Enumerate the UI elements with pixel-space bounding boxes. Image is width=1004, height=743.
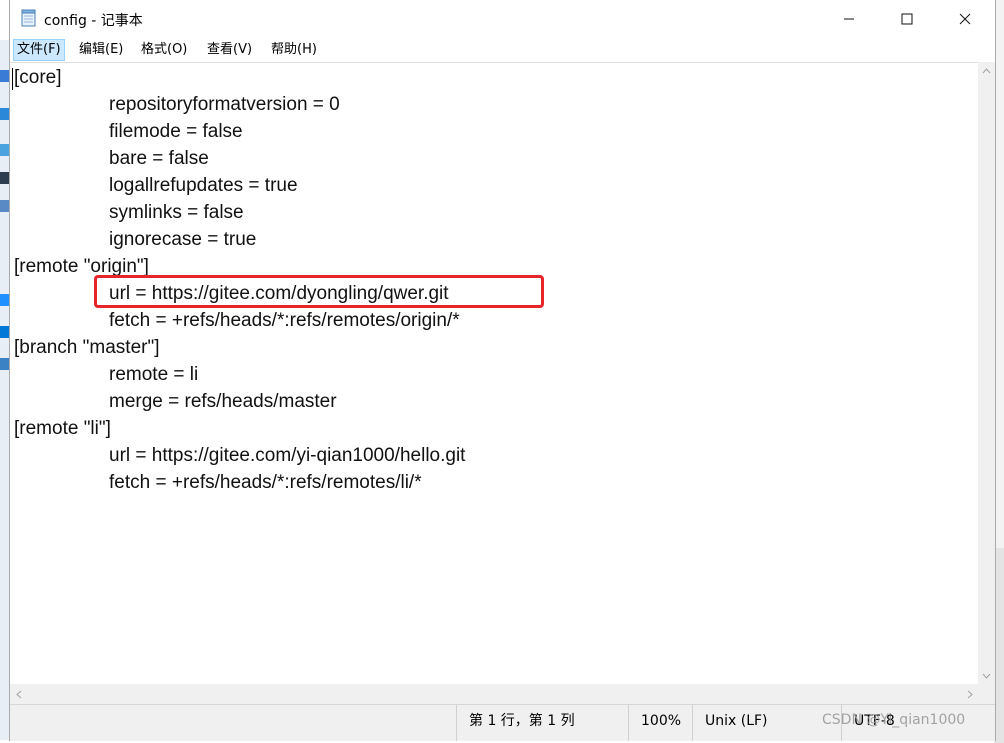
scroll-up-button[interactable] <box>978 62 995 79</box>
scroll-down-button[interactable] <box>978 667 995 684</box>
watermark: CSDN @Yi_qian1000 <box>822 712 966 728</box>
chevron-up-icon <box>982 67 991 73</box>
menu-file[interactable]: 文件(F) <box>13 39 65 61</box>
chevron-down-icon <box>982 673 991 679</box>
scrollbar-corner <box>978 684 995 704</box>
maximize-button[interactable] <box>878 0 936 38</box>
scroll-right-button[interactable] <box>961 684 978 704</box>
desktop-icon-fragment <box>0 326 9 338</box>
menu-bar: 文件(F) 编辑(E) 格式(O) 查看(V) 帮助(H) <box>10 38 995 62</box>
close-icon <box>959 13 971 25</box>
scroll-left-button[interactable] <box>10 684 27 704</box>
text-line: merge = refs/heads/master <box>109 391 337 412</box>
text-line: [remote "li"] <box>14 418 111 439</box>
notepad-window: config - 记事本 文件(F) 编辑(E) 格式(O) 查看(V) 帮助(… <box>9 0 996 741</box>
text-line: fetch = +refs/heads/*:refs/remotes/li/* <box>109 472 422 493</box>
maximize-icon <box>901 13 913 25</box>
title-bar[interactable]: config - 记事本 <box>10 0 995 38</box>
menu-view[interactable]: 查看(V) <box>204 40 255 60</box>
desktop-icon-fragment <box>0 200 9 212</box>
vertical-scrollbar[interactable] <box>978 62 995 684</box>
text-line: [branch "master"] <box>14 337 160 358</box>
highlight-box <box>94 275 544 308</box>
menu-edit[interactable]: 编辑(E) <box>76 40 126 60</box>
window-title: config - 记事本 <box>44 13 143 29</box>
status-cursor-position: 第 1 行，第 1 列 <box>456 705 634 741</box>
status-line-ending: Unix (LF) <box>692 705 825 741</box>
horizontal-scrollbar[interactable] <box>10 684 978 704</box>
desktop-icon-fragment <box>0 70 9 82</box>
text-line: remote = li <box>109 364 199 385</box>
desktop-icon-fragment <box>0 144 9 156</box>
chevron-left-icon <box>15 690 21 698</box>
notepad-icon <box>21 9 36 27</box>
text-line: ignorecase = true <box>109 229 257 250</box>
text-line: bare = false <box>109 148 209 169</box>
minimize-button[interactable] <box>820 0 878 38</box>
text-line: fetch = +refs/heads/*:refs/remotes/origi… <box>109 310 460 331</box>
menu-help[interactable]: 帮助(H) <box>268 40 320 60</box>
menu-format[interactable]: 格式(O) <box>138 40 190 60</box>
text-line: symlinks = false <box>109 202 244 223</box>
text-caret <box>12 68 13 90</box>
text-line: logallrefupdates = true <box>109 175 298 196</box>
desktop-icon-fragment <box>0 108 9 120</box>
desktop-icon-fragment <box>0 294 9 306</box>
status-zoom: 100% <box>628 705 693 741</box>
minimize-icon <box>844 18 854 20</box>
chevron-right-icon <box>967 690 973 698</box>
text-line: url = https://gitee.com/yi-qian1000/hell… <box>109 445 466 466</box>
desktop-icon-fragment <box>0 172 9 184</box>
desktop-icon-fragment <box>0 358 9 370</box>
text-line: filemode = false <box>109 121 243 142</box>
text-line: [core] <box>14 67 62 88</box>
text-line: repositoryformatversion = 0 <box>109 94 340 115</box>
text-editor[interactable]: [core] repositoryformatversion = 0 filemod… <box>10 62 978 685</box>
close-button[interactable] <box>936 0 994 38</box>
